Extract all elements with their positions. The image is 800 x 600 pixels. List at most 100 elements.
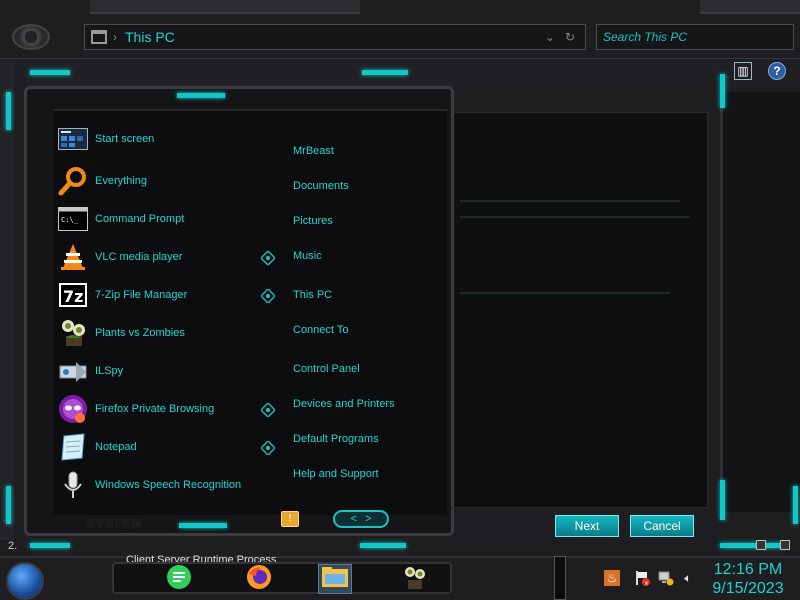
svg-text:7z: 7z [63, 287, 83, 306]
chevron-left-icon[interactable]: < [351, 513, 357, 525]
title-decoration [90, 0, 360, 14]
svg-text:C:\_: C:\_ [61, 216, 79, 224]
place-mrbeast[interactable]: MrBeast [293, 145, 334, 157]
notepad-icon [57, 431, 89, 463]
program-start-screen[interactable]: Start screen [57, 123, 277, 155]
program-label: Start screen [95, 133, 155, 145]
program-label: Windows Speech Recognition [95, 479, 242, 491]
program-notepad[interactable]: Notepad [57, 431, 277, 463]
java-tray-icon[interactable]: ♨ [604, 570, 620, 586]
clock-date: 9/15/2023 [712, 580, 784, 597]
program-7zip[interactable]: 7z 7-Zip File Manager [57, 279, 277, 311]
start-orb-button[interactable] [6, 562, 44, 600]
svg-text:×: × [644, 580, 649, 586]
glow-accent [6, 92, 11, 130]
content-pane [450, 112, 708, 508]
system-label: SYSTEM [87, 517, 143, 531]
program-label: Command Prompt [95, 213, 185, 225]
program-label: ILSpy [95, 365, 124, 377]
place-documents[interactable]: Documents [293, 180, 349, 192]
taskbar-app-chat[interactable] [162, 564, 196, 594]
place-default-programs[interactable]: Default Programs [293, 433, 379, 445]
glow-accent [362, 70, 408, 75]
program-label: 7-Zip File Manager [95, 289, 188, 301]
glow-accent [179, 523, 227, 528]
jump-list-arrow-icon[interactable] [261, 289, 275, 303]
firefox-icon [246, 564, 272, 595]
taskbar-app-file-explorer[interactable] [318, 564, 352, 594]
next-button[interactable]: Next [555, 515, 619, 537]
taskbar-clock[interactable]: 12:16 PM 9/15/2023 [700, 560, 796, 598]
place-music[interactable]: Music [293, 250, 322, 262]
address-bar[interactable]: › This PC ⌄ ↻ [84, 24, 586, 50]
program-label: Everything [95, 175, 147, 187]
taskbar-app-plants-vs-zombies[interactable] [398, 564, 432, 594]
cancel-button[interactable]: Cancel [630, 515, 694, 537]
microphone-icon [57, 469, 89, 501]
glow-accent [30, 543, 70, 548]
glow-accent [177, 93, 225, 98]
refresh-icon[interactable]: ↻ [565, 30, 575, 44]
program-command-prompt[interactable]: C:\_ Command Prompt [57, 203, 277, 235]
ilspy-icon [57, 355, 89, 387]
chat-app-icon [166, 564, 192, 595]
glow-accent [6, 486, 11, 524]
taskbar-app-firefox[interactable] [242, 564, 276, 594]
start-screen-icon [57, 123, 89, 155]
glow-accent [720, 74, 725, 108]
jump-list-arrow-icon[interactable] [261, 251, 275, 265]
place-connect-to[interactable]: Connect To [293, 324, 348, 336]
terminal-icon: C:\_ [57, 203, 89, 235]
action-center-flag-icon[interactable]: × [634, 570, 650, 586]
right-panel [720, 92, 800, 512]
faint-line [460, 200, 680, 202]
glow-accent [720, 480, 725, 520]
start-menu: Start screen Everything C:\_ Command Pro… [24, 86, 454, 536]
7zip-icon: 7z [57, 279, 89, 311]
jump-list-arrow-icon[interactable] [261, 403, 275, 417]
show-desktop-icon[interactable] [780, 540, 790, 550]
preview-pane-icon[interactable]: ▥ [734, 62, 752, 80]
chevron-right-icon: › [113, 30, 117, 44]
folder-icon [91, 30, 107, 44]
chevron-down-icon[interactable]: ⌄ [545, 30, 555, 44]
menu-nav-arrows[interactable]: < > [333, 510, 389, 528]
chevron-right-icon[interactable]: > [365, 513, 371, 525]
plant-icon [57, 317, 89, 349]
search-input[interactable]: Search This PC [596, 24, 794, 50]
help-icon[interactable]: ? [768, 62, 786, 80]
program-vlc[interactable]: VLC media player [57, 241, 277, 273]
glow-accent [720, 543, 784, 548]
program-label: VLC media player [95, 251, 183, 263]
program-label: Plants vs Zombies [95, 327, 185, 339]
power-icon[interactable]: ! [281, 511, 299, 527]
glow-accent [360, 543, 406, 548]
magnifier-icon [57, 165, 89, 197]
plant-icon [402, 564, 428, 595]
place-this-pc[interactable]: This PC [293, 289, 332, 301]
program-speech-recognition[interactable]: Windows Speech Recognition [57, 469, 277, 501]
place-pictures[interactable]: Pictures [293, 215, 333, 227]
tray-divider [554, 556, 566, 600]
glow-accent [30, 70, 70, 75]
place-help-and-support[interactable]: Help and Support [293, 468, 379, 480]
file-explorer-icon [321, 565, 349, 594]
network-icon[interactable] [658, 570, 674, 586]
window-emblem [12, 24, 50, 50]
firefox-private-icon [57, 393, 89, 425]
corner-indicator [756, 540, 766, 550]
faint-line [460, 216, 690, 218]
volume-icon[interactable]: 🔈︎ [680, 570, 696, 586]
clock-time: 12:16 PM [713, 561, 783, 578]
faint-line [460, 292, 670, 294]
place-control-panel[interactable]: Control Panel [293, 363, 360, 375]
program-plants-vs-zombies[interactable]: Plants vs Zombies [57, 317, 277, 349]
jump-list-arrow-icon[interactable] [261, 441, 275, 455]
program-ilspy[interactable]: ILSpy [57, 355, 277, 387]
glow-accent [793, 486, 798, 524]
address-path[interactable]: This PC [125, 29, 545, 45]
program-firefox-private[interactable]: Firefox Private Browsing [57, 393, 277, 425]
program-label: Notepad [95, 441, 137, 453]
place-devices-and-printers[interactable]: Devices and Printers [293, 398, 395, 410]
program-everything[interactable]: Everything [57, 165, 277, 197]
